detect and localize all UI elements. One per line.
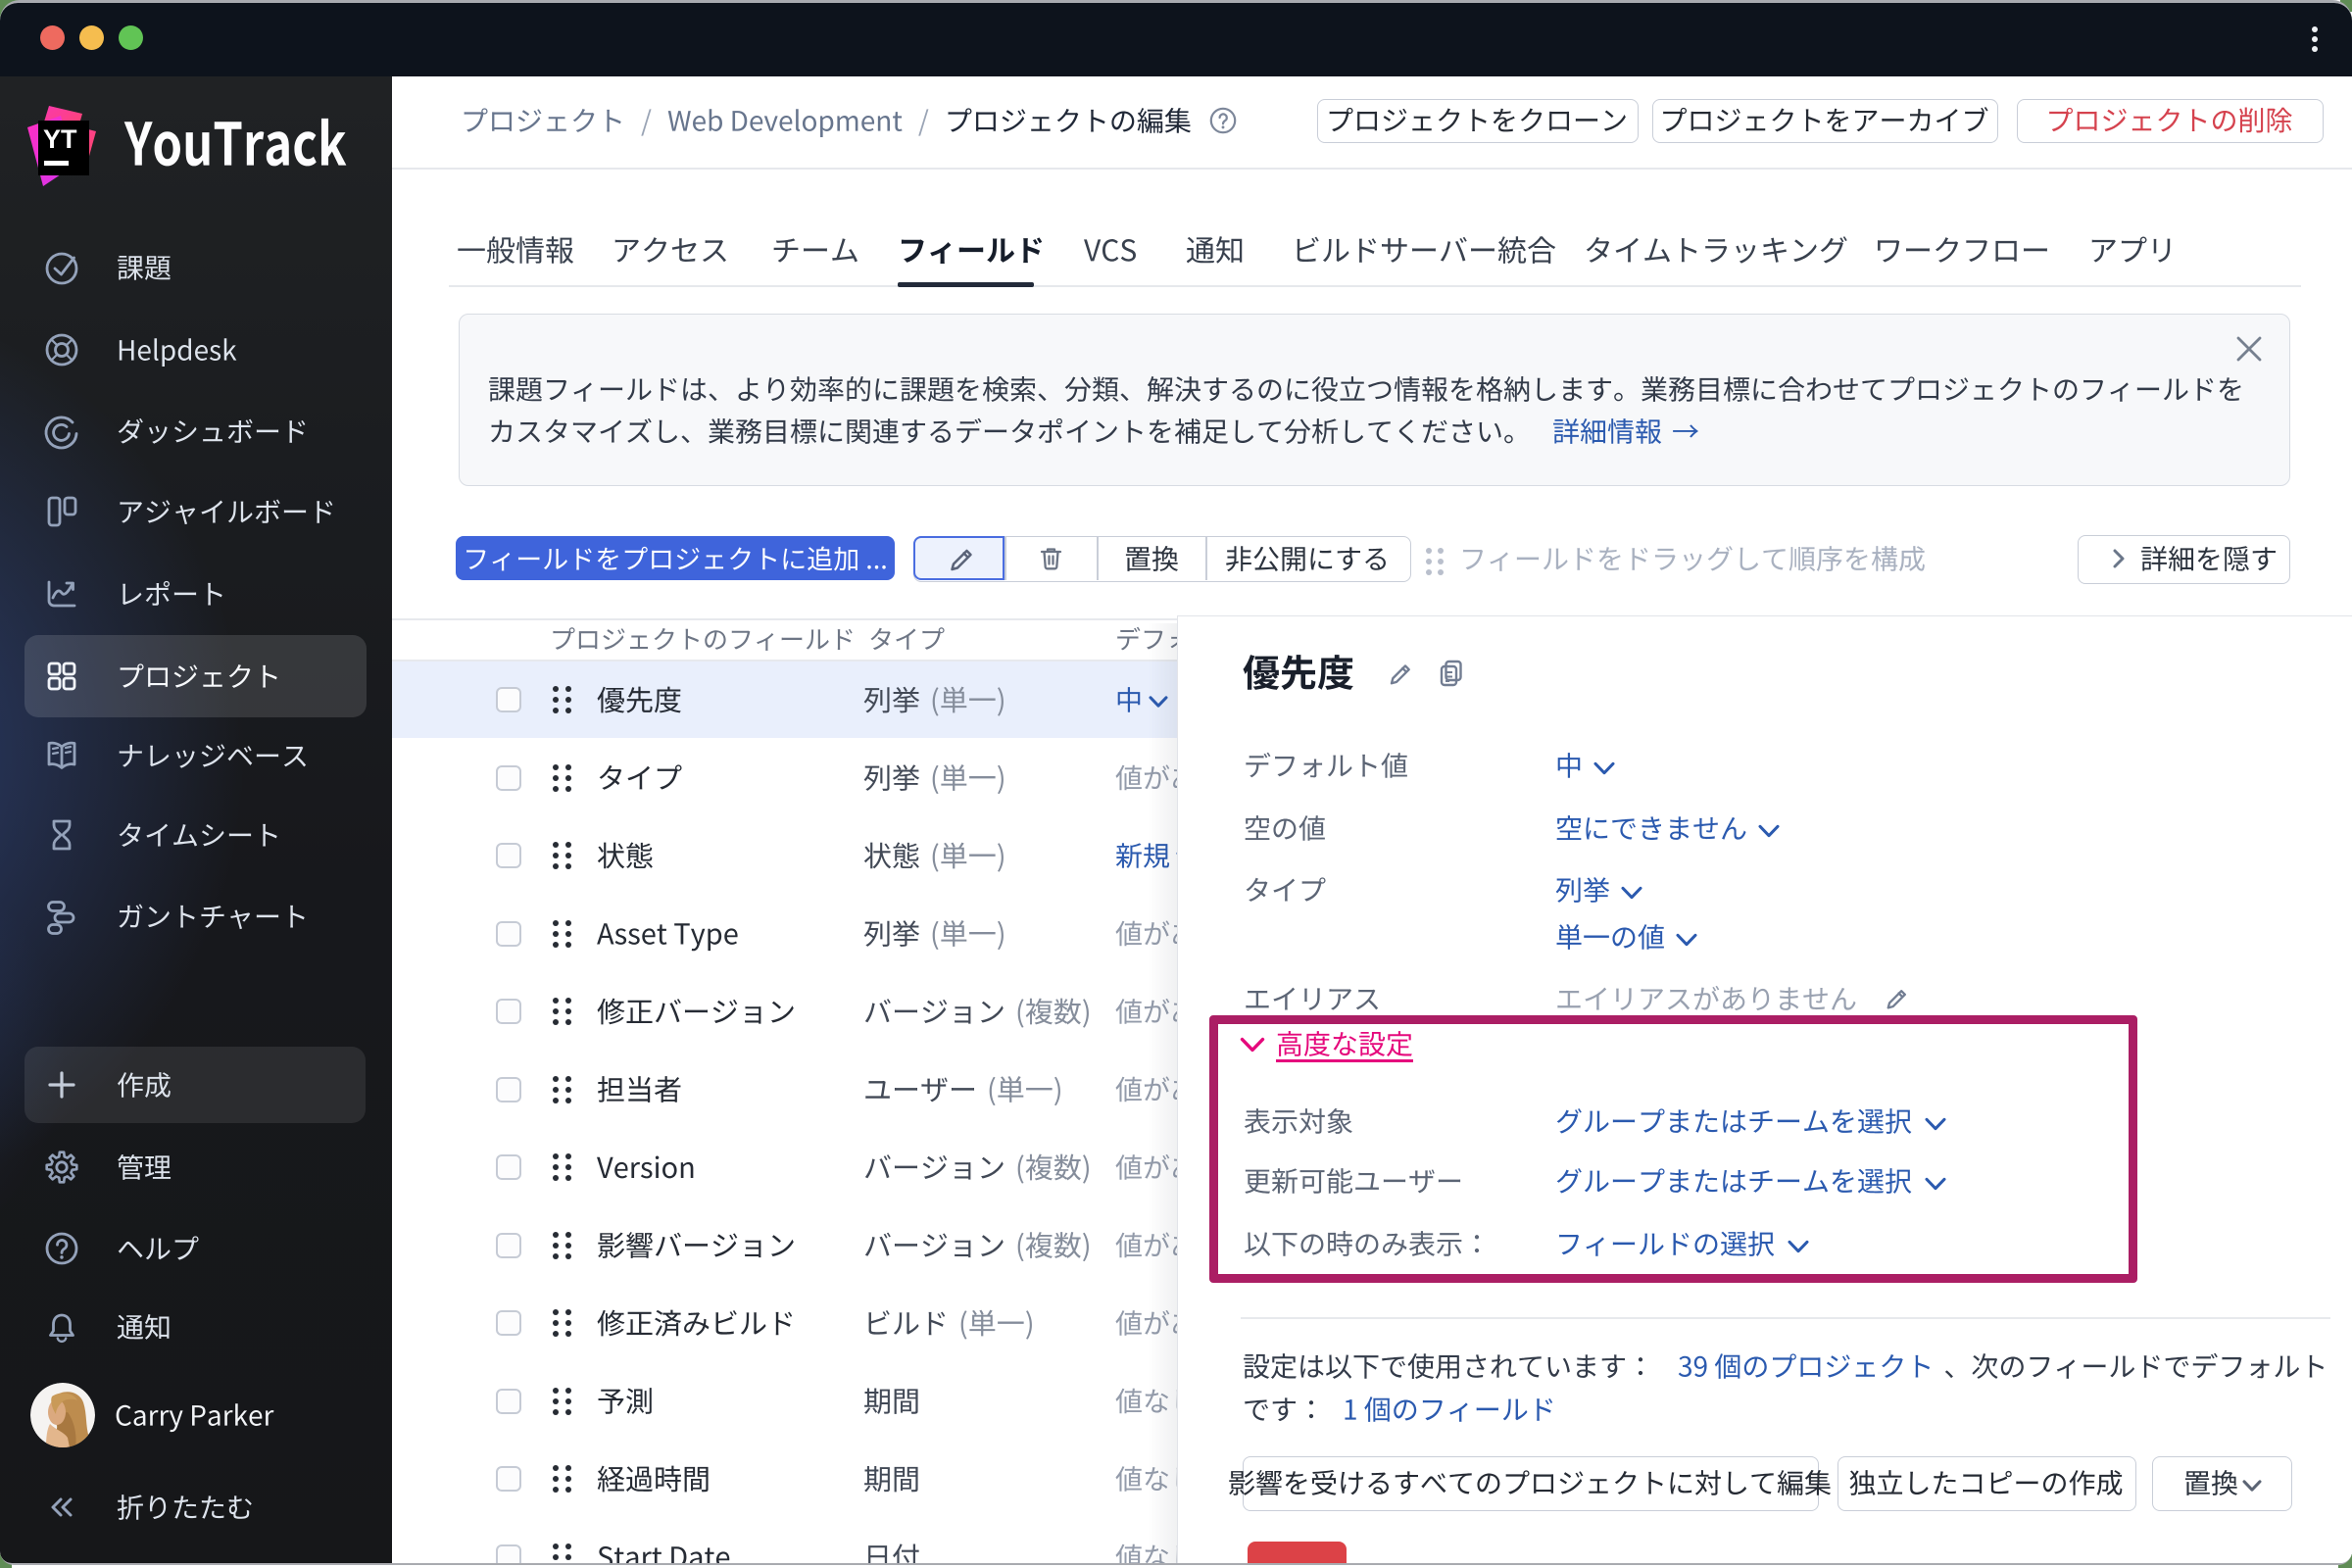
svg-text:YT: YT [43, 124, 77, 154]
